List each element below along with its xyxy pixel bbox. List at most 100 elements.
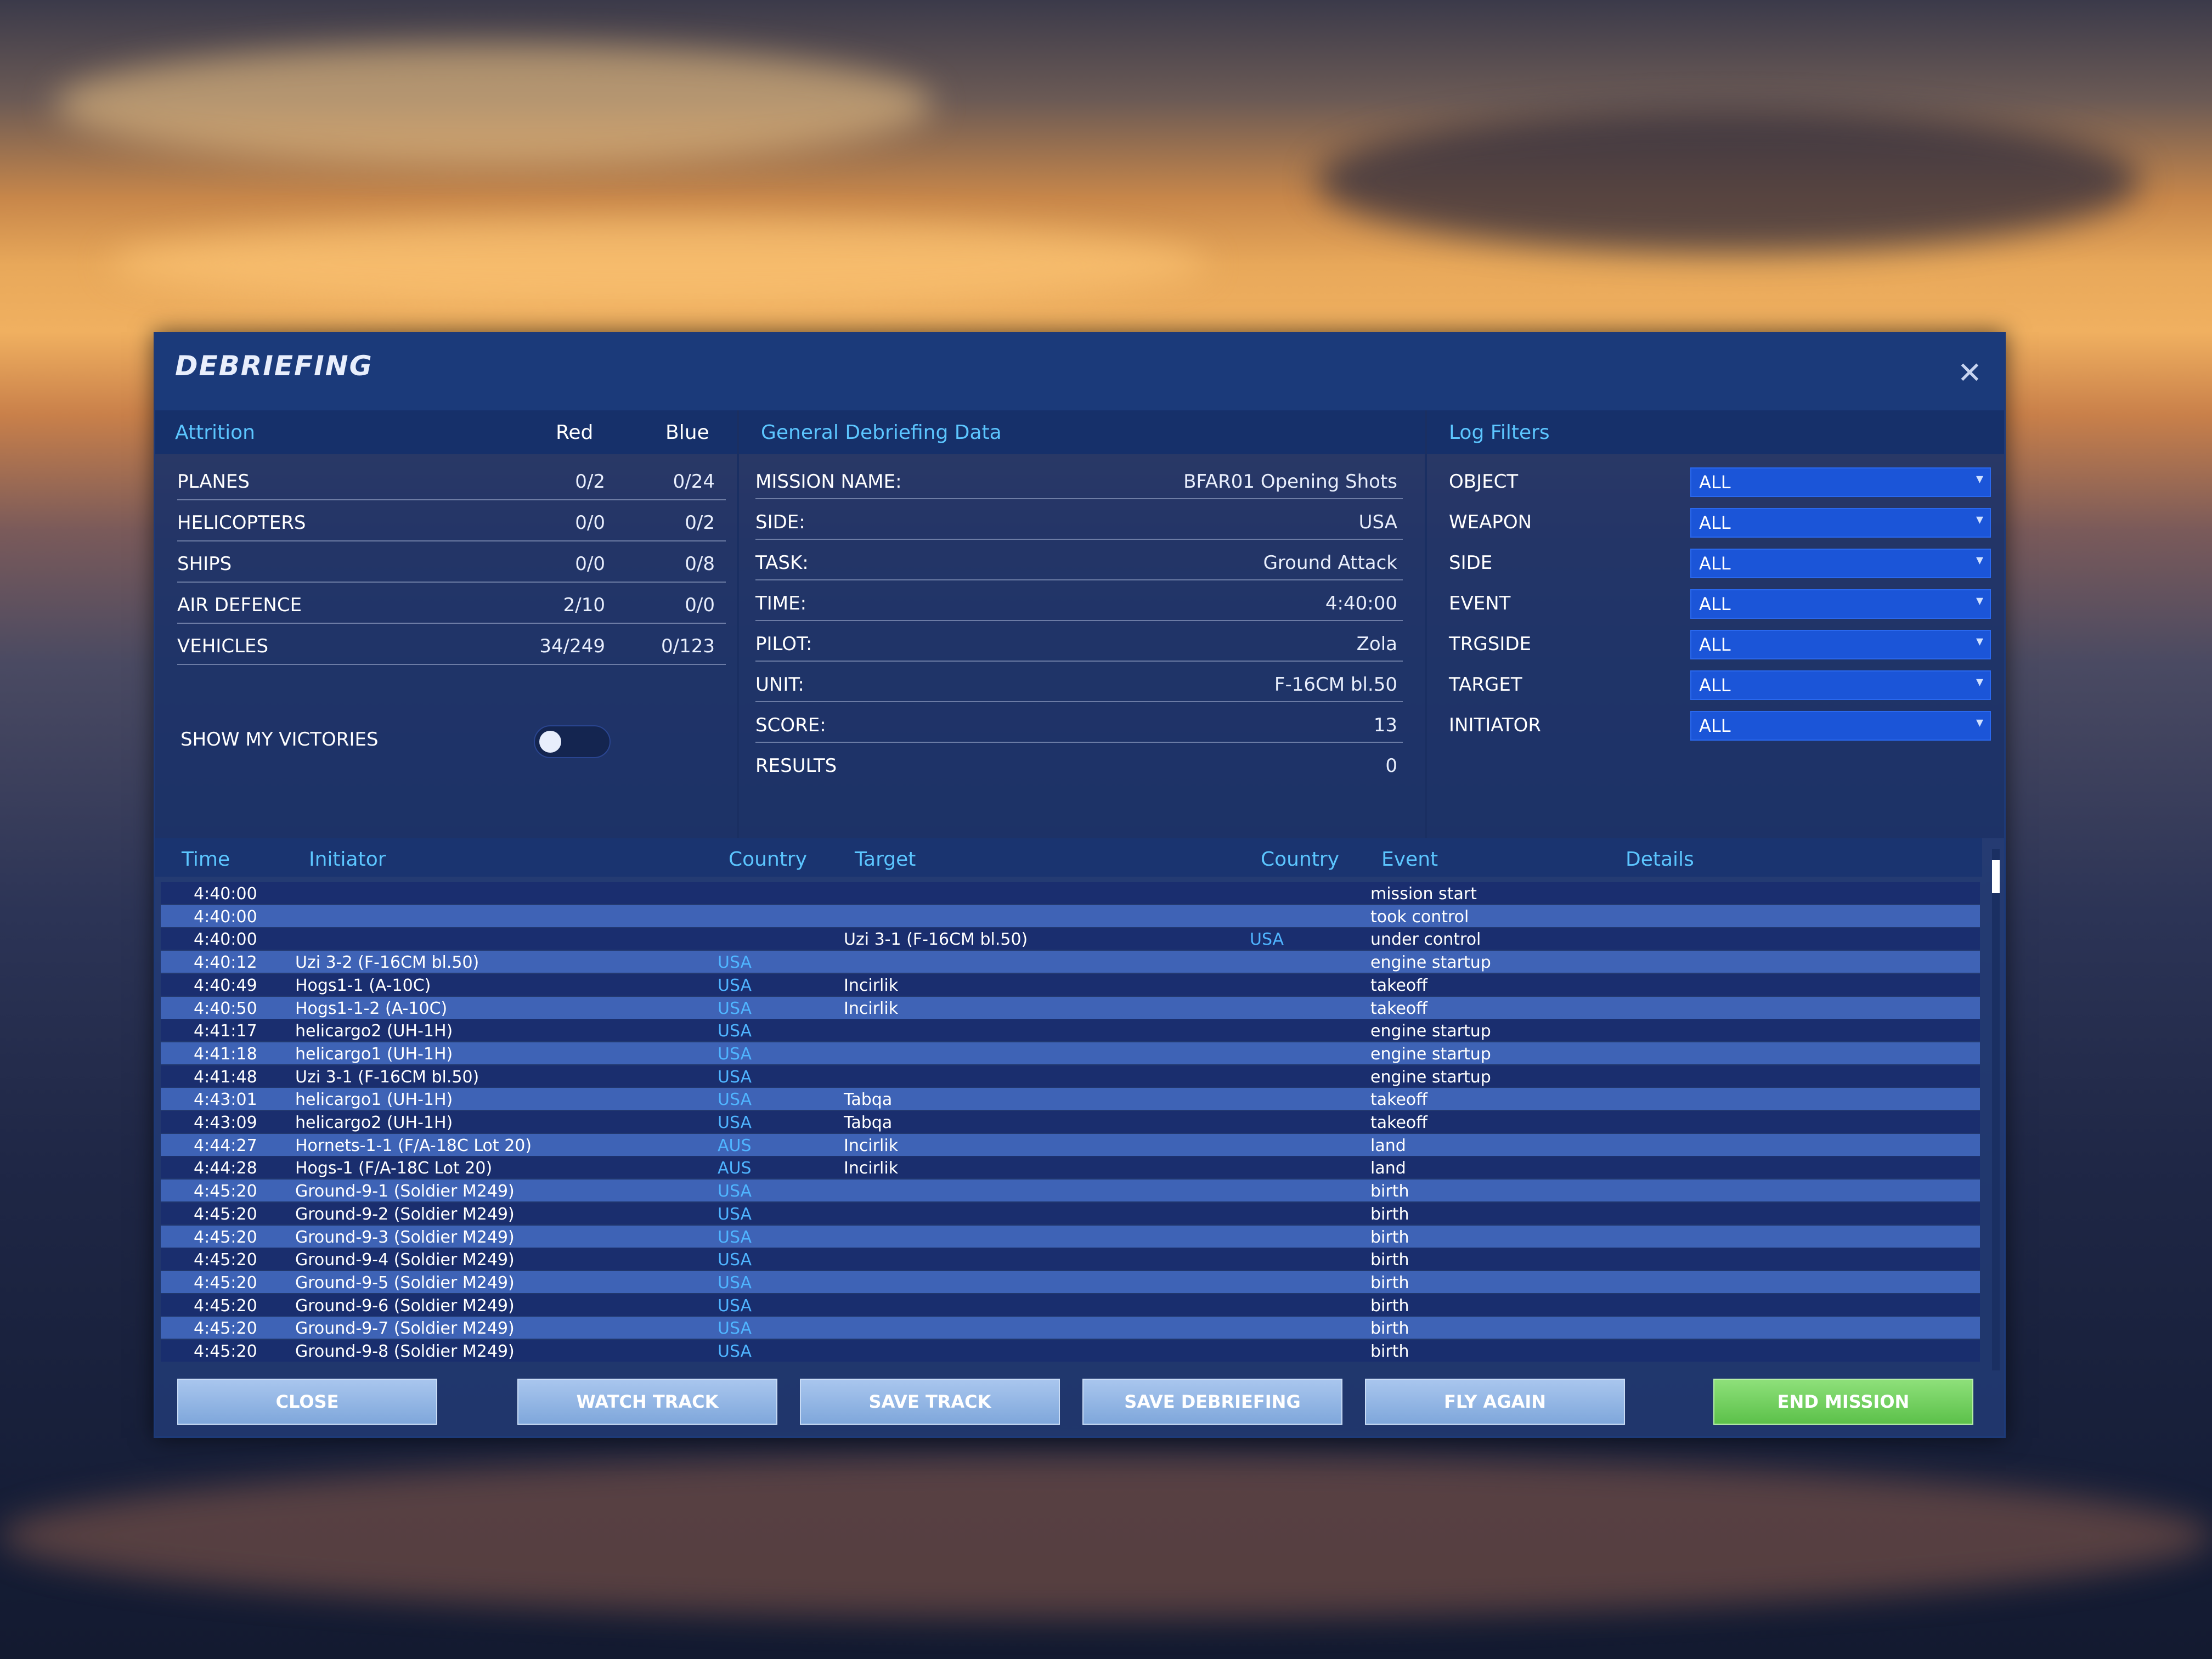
cell-time: 4:41:17 xyxy=(194,1022,257,1041)
table-row[interactable]: 4:45:20 Ground-9-4 (Soldier M249) USA birth xyxy=(161,1248,1980,1271)
table-row[interactable]: 4:40:00 mission start xyxy=(161,882,1980,904)
filter-label: SIDE xyxy=(1449,552,1493,574)
table-row[interactable]: 4:45:20 Ground-9-8 (Soldier M249) USA birth xyxy=(161,1340,1980,1362)
attrition-red: 0/0 xyxy=(575,553,605,575)
cell-initiator: Hogs1-1-2 (A-10C) xyxy=(295,998,448,1018)
cell-target: Incirlik xyxy=(844,998,899,1018)
cell-country: USA xyxy=(718,1204,752,1224)
red-column-header: Red xyxy=(556,421,594,444)
cell-time: 4:40:00 xyxy=(194,884,257,904)
table-row[interactable]: 4:41:18 helicargo1 (UH-1H) USA engine start… xyxy=(161,1042,1980,1064)
object-filter-select[interactable]: ALL ▾ xyxy=(1690,467,1991,497)
save-debriefing-button[interactable]: SAVE DEBRIEFING xyxy=(1082,1379,1342,1425)
col-target[interactable]: Target xyxy=(855,848,916,871)
watch-track-button[interactable]: WATCH TRACK xyxy=(517,1379,777,1425)
col-details[interactable]: Details xyxy=(1626,848,1694,871)
table-row[interactable]: 4:43:01 helicargo1 (UH-1H) USA Tabqa takeoff xyxy=(161,1088,1980,1110)
filter-value: ALL xyxy=(1699,512,1731,533)
cell-initiator: Ground-9-7 (Soldier M249) xyxy=(295,1319,515,1339)
save-track-button[interactable]: SAVE TRACK xyxy=(800,1379,1060,1425)
cell-event: under control xyxy=(1370,930,1481,950)
col-target-country[interactable]: Country xyxy=(1261,848,1339,871)
col-initiator[interactable]: Initiator xyxy=(309,848,386,871)
table-row[interactable]: 4:41:17 helicargo2 (UH-1H) USA engine start… xyxy=(161,1019,1980,1042)
close-button[interactable]: CLOSE xyxy=(177,1379,437,1425)
initiator-filter-select[interactable]: ALL ▾ xyxy=(1690,711,1991,741)
filter-label: OBJECT xyxy=(1449,471,1519,493)
show-victories-toggle[interactable] xyxy=(534,725,611,758)
attrition-header: Attrition Red Blue xyxy=(155,410,737,454)
filter-label: INITIATOR xyxy=(1449,714,1542,736)
attrition-blue: 0/2 xyxy=(685,512,715,534)
target-filter-select[interactable]: ALL ▾ xyxy=(1690,670,1991,700)
cell-time: 4:45:20 xyxy=(194,1296,257,1316)
row-divider xyxy=(177,664,726,665)
row-divider xyxy=(755,539,1403,540)
table-row[interactable]: 4:43:09 helicargo2 (UH-1H) USA Tabqa takeoff xyxy=(161,1111,1980,1133)
col-event[interactable]: Event xyxy=(1381,848,1438,871)
table-row[interactable]: 4:45:20 Ground-9-6 (Soldier M249) USA birth xyxy=(161,1294,1980,1316)
table-row[interactable]: 4:44:27 Hornets-1-1 (F/A-18C Lot 20) AUS In… xyxy=(161,1133,1980,1156)
general-label: UNIT: xyxy=(755,674,804,696)
scroll-thumb[interactable] xyxy=(1992,860,2000,893)
table-row[interactable]: 4:45:20 Ground-9-2 (Soldier M249) USA birth xyxy=(161,1202,1980,1224)
general-label: SCORE: xyxy=(755,714,826,736)
toggle-knob xyxy=(539,731,561,753)
end-mission-button[interactable]: END MISSION xyxy=(1713,1379,1973,1425)
cell-event: engine startup xyxy=(1370,1022,1491,1041)
attrition-label: PLANES xyxy=(177,471,250,493)
cell-event: engine startup xyxy=(1370,1067,1491,1087)
cell-initiator: helicargo1 (UH-1H) xyxy=(295,1090,453,1110)
cell-target: Incirlik xyxy=(844,1159,899,1178)
filters-panel: OBJECT ALL ▾ WEAPON ALL ▾ SIDE ALL ▾ EVE… xyxy=(1427,454,2004,838)
chevron-down-icon: ▾ xyxy=(1976,674,1983,690)
table-row[interactable]: 4:45:20 Ground-9-3 (Soldier M249) USA birth xyxy=(161,1225,1980,1248)
cell-time: 4:45:20 xyxy=(194,1204,257,1224)
table-row[interactable]: 4:44:28 Hogs-1 (F/A-18C Lot 20) AUS Incirli… xyxy=(161,1156,1980,1179)
table-row[interactable]: 4:45:20 Ground-9-1 (Soldier M249) USA birth xyxy=(161,1180,1980,1202)
general-label: PILOT: xyxy=(755,633,812,655)
table-row[interactable]: 4:40:00 took control xyxy=(161,905,1980,927)
cell-time: 4:44:27 xyxy=(194,1136,257,1155)
cell-initiator: helicargo2 (UH-1H) xyxy=(295,1113,453,1132)
table-row[interactable]: 4:40:50 Hogs1-1-2 (A-10C) USA Incirlik takeo… xyxy=(161,996,1980,1019)
attrition-red: 0/2 xyxy=(575,471,605,493)
cell-event: birth xyxy=(1370,1182,1409,1201)
attrition-label: AIR DEFENCE xyxy=(177,594,302,616)
cell-initiator: Ground-9-8 (Soldier M249) xyxy=(295,1342,515,1361)
general-label: SIDE: xyxy=(755,511,805,533)
cell-event: land xyxy=(1370,1136,1406,1155)
background-cloud xyxy=(0,1454,2212,1618)
table-row[interactable]: 4:45:20 Ground-9-5 (Soldier M249) USA birth xyxy=(161,1271,1980,1293)
cell-country: USA xyxy=(718,953,752,973)
general-value: F-16CM bl.50 xyxy=(1274,674,1397,696)
general-value: BFAR01 Opening Shots xyxy=(1183,471,1397,493)
attrition-red: 0/0 xyxy=(575,512,605,534)
chevron-down-icon: ▾ xyxy=(1976,511,1983,528)
cell-country: USA xyxy=(718,1182,752,1201)
table-row[interactable]: 4:40:12 Uzi 3-2 (F-16CM bl.50) USA engine s… xyxy=(161,951,1980,973)
show-victories-label: SHOW MY VICTORIES xyxy=(180,729,379,751)
table-row[interactable]: 4:40:49 Hogs1-1 (A-10C) USA Incirlik takeoff xyxy=(161,973,1980,996)
cell-event: takeoff xyxy=(1370,1090,1427,1110)
side-filter-select[interactable]: ALL ▾ xyxy=(1690,549,1991,578)
table-row[interactable]: 4:41:48 Uzi 3-1 (F-16CM bl.50) USA engine s… xyxy=(161,1065,1980,1087)
cell-initiator: Hogs-1 (F/A-18C Lot 20) xyxy=(295,1159,493,1178)
fly-again-button[interactable]: FLY AGAIN xyxy=(1365,1379,1625,1425)
cell-time: 4:45:20 xyxy=(194,1342,257,1361)
event-filter-select[interactable]: ALL ▾ xyxy=(1690,589,1991,619)
trgside-filter-select[interactable]: ALL ▾ xyxy=(1690,630,1991,659)
row-divider xyxy=(755,579,1403,580)
close-icon[interactable]: ✕ xyxy=(1957,356,1982,390)
weapon-filter-select[interactable]: ALL ▾ xyxy=(1690,508,1991,538)
cell-target: Incirlik xyxy=(844,975,899,995)
col-time[interactable]: Time xyxy=(182,848,230,871)
table-row[interactable]: 4:40:00 Uzi 3-1 (F-16CM bl.50) USA under co… xyxy=(161,928,1980,950)
background-cloud xyxy=(110,219,1207,307)
cell-event: takeoff xyxy=(1370,998,1427,1018)
cell-country: USA xyxy=(718,1319,752,1339)
log-scrollbar[interactable] xyxy=(1992,849,2000,1370)
attrition-blue: 0/24 xyxy=(673,471,715,493)
col-country[interactable]: Country xyxy=(729,848,807,871)
table-row[interactable]: 4:45:20 Ground-9-7 (Soldier M249) USA birth xyxy=(161,1317,1980,1339)
